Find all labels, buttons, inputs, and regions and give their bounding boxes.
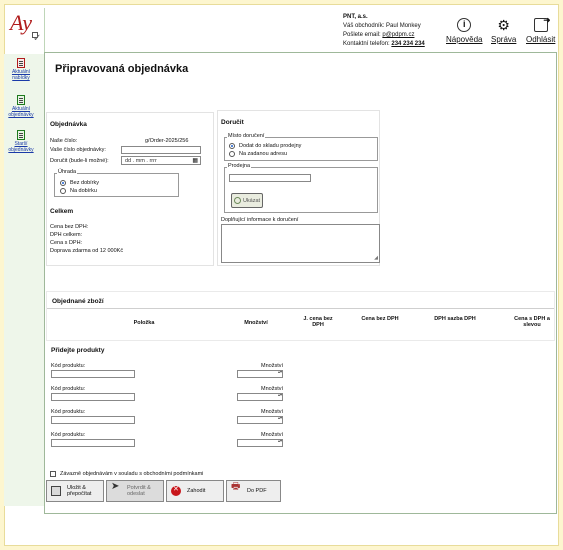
delivery-date-input[interactable]: dd . mm . rrrr ▦ — [121, 156, 201, 165]
export-pdf-button[interactable]: Do PDF — [226, 480, 281, 502]
products-divider — [47, 308, 554, 309]
admin-nav[interactable]: ⚙ Správa — [491, 18, 516, 44]
quantity-stepper[interactable] — [237, 393, 283, 401]
email-link[interactable]: p@pdpm.cz — [382, 32, 414, 38]
admin-link[interactable]: Správa — [491, 35, 516, 44]
quantity-stepper[interactable] — [237, 439, 283, 447]
order-section-title: Objednávka — [50, 121, 87, 128]
terms-label: Závazně objednávám v souladu s obchodním… — [60, 471, 204, 477]
col-unit-price: J. cena bez DPH — [303, 316, 333, 328]
delivery-section-title: Doručit — [221, 119, 244, 126]
document-icon — [17, 95, 25, 105]
your-order-number-label: Vaše číslo objednávky: — [50, 147, 106, 153]
calendar-icon[interactable]: ▦ — [192, 157, 198, 164]
radio-checked-icon — [229, 143, 235, 149]
price-with-vat-label: Cena s DPH: — [50, 240, 83, 246]
sales-contact-info: PNT, a.s. Váš obchodník: Paul Monkey Poš… — [343, 14, 425, 47]
price-no-vat-label: Cena bez DPH: — [50, 224, 89, 230]
col-item: Položka — [133, 320, 155, 326]
product-code-label: Kód produktu: — [51, 409, 86, 415]
date-placeholder: dd . mm . rrrr — [125, 158, 157, 164]
cancel-icon — [171, 486, 181, 496]
deliver-date-label: Doručit (bude-li možné): — [50, 158, 109, 164]
phone-link[interactable]: 234 234 234 — [391, 41, 424, 47]
company-logo: Ay ✓ — [10, 10, 42, 44]
payment-no-cod-radio[interactable]: Bez dobírky — [60, 180, 99, 186]
show-store-button[interactable]: Ukázat — [231, 193, 263, 208]
your-order-number-input[interactable] — [121, 146, 201, 154]
sales-rep-name: Paul Monkey — [386, 23, 421, 29]
ordered-goods-title: Objednané zboží — [52, 298, 104, 305]
product-code-input[interactable] — [51, 370, 135, 378]
page-title: Připravovaná objednávka — [55, 63, 189, 75]
save-recalculate-button[interactable]: Uložit & přepočítat — [46, 480, 104, 502]
sidebar-item-current-offers[interactable]: Aktuální nabídky — [4, 58, 38, 81]
radio-icon — [229, 151, 235, 157]
delivery-place-legend: Místo doručení — [227, 133, 266, 139]
sidebar-item-label[interactable]: Aktuální nabídky — [4, 69, 38, 81]
col-vat-rate: DPH sazba DPH — [434, 316, 476, 322]
gear-icon: ⚙ — [497, 17, 510, 33]
company-name: PNT, a.s. — [343, 14, 368, 20]
map-icon — [233, 197, 241, 204]
send-icon — [111, 484, 121, 496]
our-number-label: Naše číslo: — [50, 138, 78, 144]
deliver-to-address-radio[interactable]: Na zadanou adresu — [229, 151, 287, 157]
col-price-with-vat: Cena s DPH a slevou — [514, 316, 550, 328]
document-icon — [17, 58, 25, 68]
store-input[interactable] — [229, 174, 311, 182]
confirm-send-button[interactable]: Potvrdit & odeslat — [106, 480, 164, 502]
col-price-no-vat: Cena bez DPH — [361, 316, 399, 322]
resize-grip-icon[interactable]: ◢ — [374, 255, 378, 261]
totals-title: Celkem — [50, 208, 74, 215]
info-icon: i — [457, 18, 472, 32]
sidebar-item-older-orders[interactable]: Starší objednávky — [4, 130, 38, 153]
sidebar-item-label[interactable]: Aktuální objednávky — [4, 106, 38, 118]
vat-total-label: DPH celkem: — [50, 232, 83, 238]
product-code-input[interactable] — [51, 416, 135, 424]
logout-icon — [533, 15, 551, 32]
product-code-label: Kód produktu: — [51, 386, 86, 392]
sidebar — [4, 54, 44, 506]
deliver-to-store-radio[interactable]: Dodat do skladu prodejny — [229, 143, 301, 149]
payment-legend: Úhrada — [57, 169, 78, 175]
our-number-value: g/Order-2025/256 — [145, 138, 189, 144]
product-code-input[interactable] — [51, 393, 135, 401]
col-quantity: Množství — [244, 320, 268, 326]
help-link[interactable]: Nápověda — [446, 35, 482, 44]
document-icon — [17, 130, 25, 140]
quantity-stepper[interactable] — [237, 370, 283, 378]
product-code-label: Kód produktu: — [51, 432, 86, 438]
print-pdf-icon — [231, 484, 241, 496]
save-icon — [51, 486, 61, 496]
delivery-extra-textarea[interactable]: ◢ — [221, 224, 380, 263]
radio-checked-icon — [60, 180, 66, 186]
logout-nav[interactable]: Odhlásit — [526, 15, 555, 44]
add-products-title: Přidejte produkty — [51, 347, 105, 354]
store-legend: Prodejna — [227, 163, 252, 169]
radio-icon — [60, 188, 66, 194]
discard-button[interactable]: Zahodit — [166, 480, 224, 502]
sidebar-item-current-orders[interactable]: Aktuální objednávky — [4, 95, 38, 118]
free-shipping-note: Doprava zdarma od 12 000Kč — [50, 248, 124, 254]
logout-link[interactable]: Odhlásit — [526, 35, 555, 44]
product-code-label: Kód produktu: — [51, 363, 86, 369]
delivery-place-group — [224, 137, 378, 161]
quantity-stepper[interactable] — [237, 416, 283, 424]
help-nav[interactable]: i Nápověda — [446, 18, 482, 44]
delivery-extra-label: Doplňující informace k doručení — [221, 217, 299, 223]
product-code-input[interactable] — [51, 439, 135, 447]
sidebar-item-label[interactable]: Starší objednávky — [4, 141, 38, 153]
terms-checkbox[interactable] — [50, 471, 56, 477]
payment-cod-radio[interactable]: Na dobírku — [60, 188, 97, 194]
